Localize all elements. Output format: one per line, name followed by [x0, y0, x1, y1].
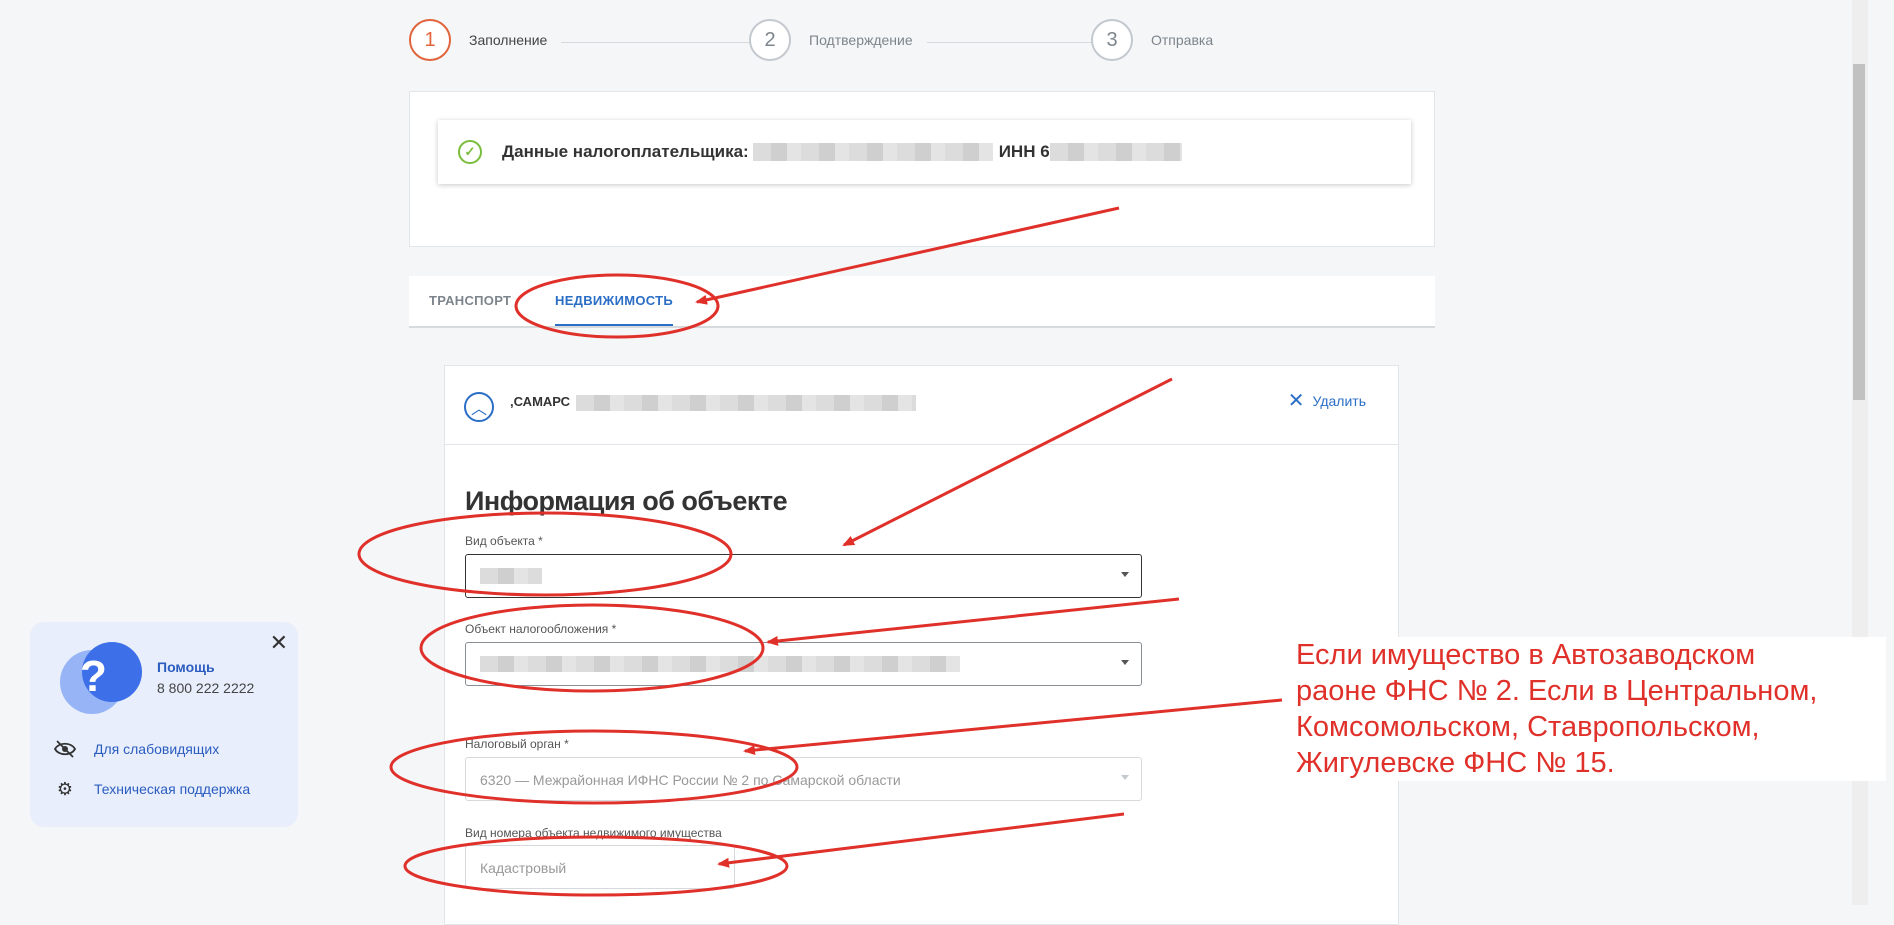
- step-filling: 1 Заполнение: [409, 19, 547, 61]
- step-divider: [561, 42, 759, 43]
- section-title: Информация об объекте: [465, 486, 788, 516]
- object-type-select[interactable]: [465, 554, 1142, 598]
- step-number: 1: [409, 19, 451, 61]
- step-label: Подтверждение: [809, 32, 913, 48]
- tax-authority-value: 6320 — Межрайонная ИФНС России № 2 по Са…: [480, 772, 901, 788]
- chevron-up-icon[interactable]: ︿: [464, 392, 494, 422]
- help-widget: ? Помощь 8 800 222 2222 ✕ Для слабовидящ…: [30, 622, 298, 827]
- annotation-note: Если имущество в Автозаводском раоне ФНС…: [1296, 637, 1886, 781]
- step-confirmation: 2 Подтверждение: [749, 19, 913, 61]
- step-number: 2: [749, 19, 791, 61]
- stepper: 1 Заполнение 2 Подтверждение 3 Отправка: [409, 19, 1229, 65]
- gear-icon: ⚙: [56, 778, 74, 799]
- chevron-down-icon: [1121, 660, 1129, 665]
- note-line: раоне ФНС № 2. Если в Центральном,: [1296, 675, 1818, 707]
- object-type-label: Вид объекта *: [465, 534, 543, 548]
- help-title[interactable]: Помощь: [157, 659, 215, 675]
- chevron-down-icon: [1121, 775, 1129, 780]
- tax-authority-label: Налоговый орган *: [465, 737, 569, 751]
- tech-support-label: Техническая поддержка: [94, 781, 251, 797]
- object-address: ,САМАРС: [510, 394, 916, 411]
- tax-authority-select[interactable]: 6320 — Межрайонная ИФНС России № 2 по Са…: [465, 757, 1142, 801]
- property-tabs: ТРАНСПОРТ НЕДВИЖИМОСТЬ: [409, 276, 1435, 328]
- scrollbar-thumb[interactable]: [1853, 64, 1865, 400]
- redacted-tax-object: [480, 656, 960, 672]
- tab-transport[interactable]: ТРАНСПОРТ: [429, 293, 511, 308]
- chevron-down-icon: [1121, 572, 1129, 577]
- help-phone: 8 800 222 2222: [157, 680, 255, 696]
- object-card: ︿ ,САМАРС ✕ Удалить Информация об объект…: [444, 365, 1399, 925]
- inn-label: ИНН 6: [998, 142, 1050, 161]
- address-prefix: ,САМАРС: [510, 394, 571, 409]
- question-icon: ?: [60, 642, 150, 718]
- object-card-header: ︿ ,САМАРС ✕ Удалить: [445, 366, 1398, 445]
- check-icon: ✓: [458, 140, 482, 164]
- tax-object-select[interactable]: [465, 642, 1142, 686]
- note-line: Если имущество в Автозаводском: [1296, 639, 1756, 671]
- step-label: Отправка: [1151, 32, 1214, 48]
- taxpayer-card: ✓ Данные налогоплательщика: ИНН 6: [409, 91, 1435, 247]
- taxpayer-info: ✓ Данные налогоплательщика: ИНН 6: [438, 120, 1411, 184]
- step-sending: 3 Отправка: [1091, 19, 1213, 61]
- number-type-select[interactable]: Кадастровый: [465, 845, 735, 889]
- step-label: Заполнение: [469, 32, 548, 48]
- delete-button[interactable]: ✕ Удалить: [1287, 390, 1366, 412]
- step-divider: [927, 42, 1099, 43]
- note-line: Жигулевске ФНС № 15.: [1296, 747, 1615, 779]
- note-line: Комсомольском, Ставропольском,: [1296, 711, 1760, 743]
- tab-realty[interactable]: НЕДВИЖИМОСТЬ: [555, 293, 674, 326]
- close-icon[interactable]: ✕: [270, 632, 288, 654]
- visually-impaired-label: Для слабовидящих: [94, 741, 220, 757]
- redacted-address: [575, 394, 916, 411]
- eye-slash-icon: [54, 738, 76, 760]
- redacted-inn: [1049, 143, 1182, 161]
- redacted-name: [752, 143, 993, 161]
- close-icon: ✕: [1287, 390, 1305, 412]
- tax-object-label: Объект налогообложения *: [465, 622, 617, 636]
- number-type-value: Кадастровый: [480, 860, 567, 876]
- redacted-object-type: [480, 568, 542, 584]
- delete-label: Удалить: [1312, 393, 1366, 409]
- number-type-label: Вид номера объекта недвижимого имущества: [465, 826, 722, 840]
- step-number: 3: [1091, 19, 1133, 61]
- taxpayer-label: Данные налогоплательщика:: [502, 142, 749, 161]
- visually-impaired-link[interactable]: Для слабовидящих: [54, 738, 219, 760]
- tech-support-link[interactable]: ⚙ Техническая поддержка: [54, 778, 250, 800]
